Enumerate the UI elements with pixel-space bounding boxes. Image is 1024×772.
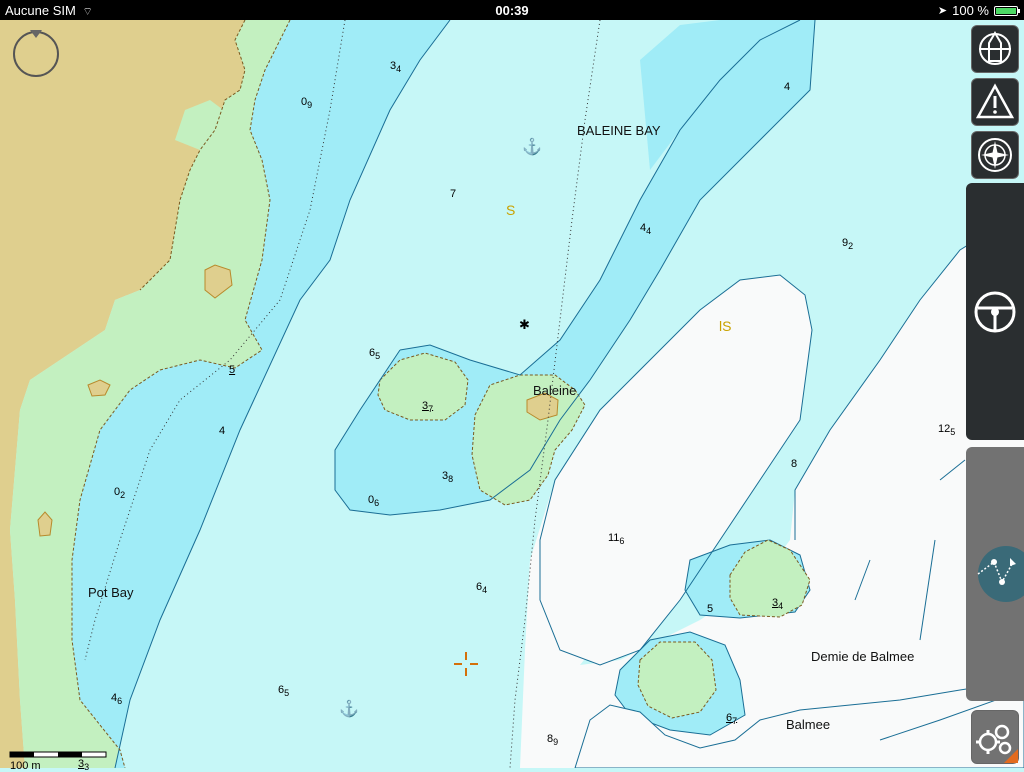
scale-label: 100 m bbox=[10, 760, 41, 772]
seabed-label: lS bbox=[719, 318, 732, 334]
sounding: 89 bbox=[547, 733, 559, 747]
sounding: 65 bbox=[278, 684, 290, 698]
sounding: 5 bbox=[707, 603, 714, 615]
sounding: 125 bbox=[938, 423, 956, 437]
battery-percent: 100 % bbox=[952, 3, 989, 18]
sounding: 37 bbox=[422, 400, 434, 414]
sounding: 02 bbox=[114, 486, 126, 500]
battery-icon bbox=[994, 5, 1020, 16]
seabed-label: S bbox=[506, 202, 516, 218]
compass-button[interactable] bbox=[971, 131, 1019, 179]
place-label-baleine-bay: BALEINE BAY bbox=[577, 123, 661, 138]
place-label-baleine: Baleine bbox=[533, 383, 577, 398]
route-icon bbox=[977, 546, 1024, 602]
location-arrow-icon: ➤ bbox=[937, 5, 948, 17]
sounding: 7 bbox=[450, 188, 457, 200]
sounding: 34 bbox=[390, 60, 402, 74]
sounding: 67 bbox=[726, 712, 738, 726]
sounding: 64 bbox=[476, 581, 488, 595]
place-label-pot-bay: Pot Bay bbox=[88, 585, 134, 600]
sounding: 65 bbox=[369, 347, 381, 361]
warning-icon bbox=[975, 83, 1015, 119]
settings-button[interactable] bbox=[971, 710, 1019, 764]
scale-bar bbox=[9, 751, 107, 758]
battery-fill bbox=[996, 7, 1016, 14]
rock-icon[interactable]: ✱ bbox=[519, 317, 530, 333]
place-label-demie-de-balmee: Demie de Balmee bbox=[811, 649, 915, 664]
sounding: 34 bbox=[772, 597, 784, 611]
sounding: 4 bbox=[219, 425, 226, 437]
sounding: 8 bbox=[791, 458, 798, 470]
status-bar: Aucune SIM ⌔ 00:39 ➤ 100 % bbox=[0, 0, 1024, 20]
corner-indicator bbox=[1004, 749, 1018, 763]
sounding: 44 bbox=[640, 222, 652, 236]
status-right: ➤ 100 % bbox=[937, 3, 1020, 18]
sounding: 33 bbox=[78, 758, 90, 772]
compass-icon bbox=[978, 138, 1012, 172]
sounding: 92 bbox=[842, 237, 854, 251]
sounding: 116 bbox=[608, 532, 625, 546]
status-time: 00:39 bbox=[495, 3, 529, 18]
sounding: 46 bbox=[111, 692, 123, 706]
sounding: 09 bbox=[301, 96, 313, 110]
helm-icon bbox=[974, 291, 1016, 332]
sounding: 38 bbox=[442, 470, 454, 484]
warning-button[interactable] bbox=[971, 78, 1019, 126]
route-panel[interactable] bbox=[966, 447, 1024, 701]
sounding: 06 bbox=[368, 494, 380, 508]
helm-panel[interactable] bbox=[966, 183, 1024, 440]
anchorage-icon[interactable]: ⚓ bbox=[339, 699, 359, 719]
island-balmee bbox=[637, 641, 717, 719]
anchorage-icon[interactable]: ⚓ bbox=[522, 137, 542, 157]
place-label-balmee: Balmee bbox=[786, 717, 831, 732]
boat-icon bbox=[979, 31, 1011, 65]
nautical-chart[interactable]: BALEINE BAY Baleine Pot Bay Demie de Bal… bbox=[0, 20, 1024, 772]
sounding: 4 bbox=[784, 81, 791, 93]
boat-button[interactable] bbox=[971, 25, 1019, 73]
sounding: 5 bbox=[229, 364, 236, 376]
